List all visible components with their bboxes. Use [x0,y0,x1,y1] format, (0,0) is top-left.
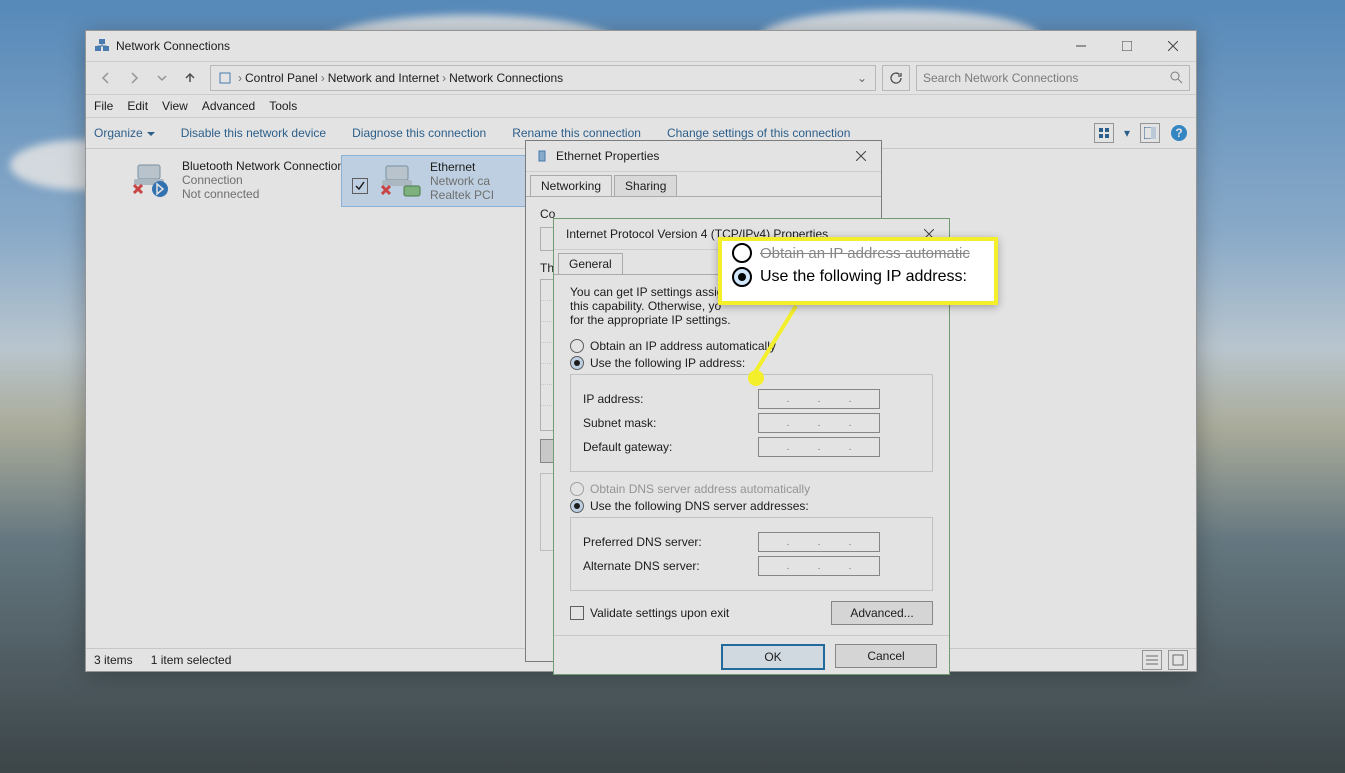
alternate-dns-input[interactable]: ... [758,556,880,576]
adapter-checkbox[interactable] [352,178,368,194]
close-button[interactable] [1150,31,1196,61]
forward-button[interactable] [120,66,148,90]
alternate-dns-label: Alternate DNS server: [583,559,758,573]
ethernet-adapter-icon [374,158,426,202]
ip-fields-group: IP address:... Subnet mask:... Default g… [570,374,933,472]
callout-top-line: Obtain an IP address automatic [732,243,984,263]
menu-bar: File Edit View Advanced Tools [86,95,1196,118]
view-options-button[interactable] [1094,123,1114,143]
chevron-down-icon[interactable]: ▾ [1124,126,1130,140]
menu-tools[interactable]: Tools [269,99,297,113]
large-icons-button[interactable] [1168,650,1188,670]
radio-auto-dns: Obtain DNS server address automatically [570,482,933,496]
ok-button[interactable]: OK [721,644,825,670]
ip-address-label: IP address: [583,392,758,406]
breadcrumb-item[interactable]: Control Panel [245,71,318,85]
bluetooth-adapter-icon [126,157,178,201]
gateway-input[interactable]: ... [758,437,880,457]
dialog-titlebar[interactable]: Ethernet Properties [526,141,881,172]
dialog-title: Ethernet Properties [556,149,841,163]
dialog-body: You can get IP settings assigr this capa… [554,275,949,635]
tab-sharing[interactable]: Sharing [614,175,677,196]
refresh-button[interactable] [882,65,910,91]
menu-advanced[interactable]: Advanced [202,99,255,113]
dns-fields-group: Preferred DNS server:... Alternate DNS s… [570,517,933,591]
change-settings-button[interactable]: Change settings of this connection [667,126,850,140]
ip-address-input[interactable]: ... [758,389,880,409]
tab-general[interactable]: General [558,253,623,274]
back-button[interactable] [92,66,120,90]
disable-device-button[interactable]: Disable this network device [181,126,326,140]
svg-text:?: ? [1175,126,1182,140]
minimize-button[interactable] [1058,31,1104,61]
maximize-button[interactable] [1104,31,1150,61]
preferred-dns-label: Preferred DNS server: [583,535,758,549]
breadcrumb-bar[interactable]: › Control Panel › Network and Internet ›… [210,65,876,91]
diagnose-button[interactable]: Diagnose this connection [352,126,486,140]
breadcrumb-item[interactable]: Network and Internet [328,71,439,85]
chevron-right-icon[interactable]: › [238,71,242,85]
status-selected: 1 item selected [151,653,232,667]
adapter-name: Ethernet [430,160,494,174]
details-view-button[interactable] [1142,650,1162,670]
window-title: Network Connections [116,39,1058,53]
help-icon[interactable]: ? [1170,124,1188,142]
tab-networking[interactable]: Networking [530,175,612,196]
rename-button[interactable]: Rename this connection [512,126,641,140]
menu-view[interactable]: View [162,99,188,113]
adapter-line: Network ca [430,174,494,188]
recent-dropdown[interactable] [148,66,176,90]
advanced-button[interactable]: Advanced... [831,601,933,625]
organize-menu[interactable]: Organize [94,126,155,140]
radio-manual-ip[interactable]: Use the following IP address: [570,356,933,370]
cancel-button[interactable]: Cancel [835,644,937,668]
preferred-dns-input[interactable]: ... [758,532,880,552]
adapter-bluetooth[interactable]: Bluetooth Network Connection Connection … [126,157,376,203]
adapter-line: Connection [182,173,344,187]
adapter-state: Not connected [182,187,344,201]
nav-bar: › Control Panel › Network and Internet ›… [86,62,1196,95]
menu-edit[interactable]: Edit [127,99,148,113]
menu-file[interactable]: File [94,99,113,113]
search-placeholder: Search Network Connections [923,71,1078,85]
ethernet-icon [534,148,550,164]
window-titlebar[interactable]: Network Connections [86,31,1196,62]
network-icon [94,38,110,54]
adapter-name: Bluetooth Network Connection [182,159,344,173]
tab-strip: Networking Sharing [526,172,881,197]
chevron-down-icon[interactable]: ⌄ [853,71,871,85]
radio-manual-dns[interactable]: Use the following DNS server addresses: [570,499,933,513]
subnet-mask-input[interactable]: ... [758,413,880,433]
validate-checkbox[interactable]: Validate settings upon exit [570,606,729,620]
callout-target-dot [748,370,764,386]
search-icon [1169,70,1183,87]
subnet-mask-label: Subnet mask: [583,416,758,430]
adapter-line: Realtek PCI [430,188,494,202]
search-input[interactable]: Search Network Connections [916,65,1190,91]
close-button[interactable] [841,141,881,171]
chevron-right-icon[interactable]: › [442,71,446,85]
highlight-callout: Obtain an IP address automatic Use the f… [718,237,998,305]
up-button[interactable] [176,66,204,90]
chevron-right-icon[interactable]: › [321,71,325,85]
radio-auto-ip[interactable]: Obtain an IP address automatically [570,339,933,353]
network-icon [215,70,235,86]
callout-main-line: Use the following IP address: [732,267,984,287]
status-item-count: 3 items [94,653,133,667]
breadcrumb-item[interactable]: Network Connections [449,71,563,85]
preview-pane-button[interactable] [1140,123,1160,143]
gateway-label: Default gateway: [583,440,758,454]
